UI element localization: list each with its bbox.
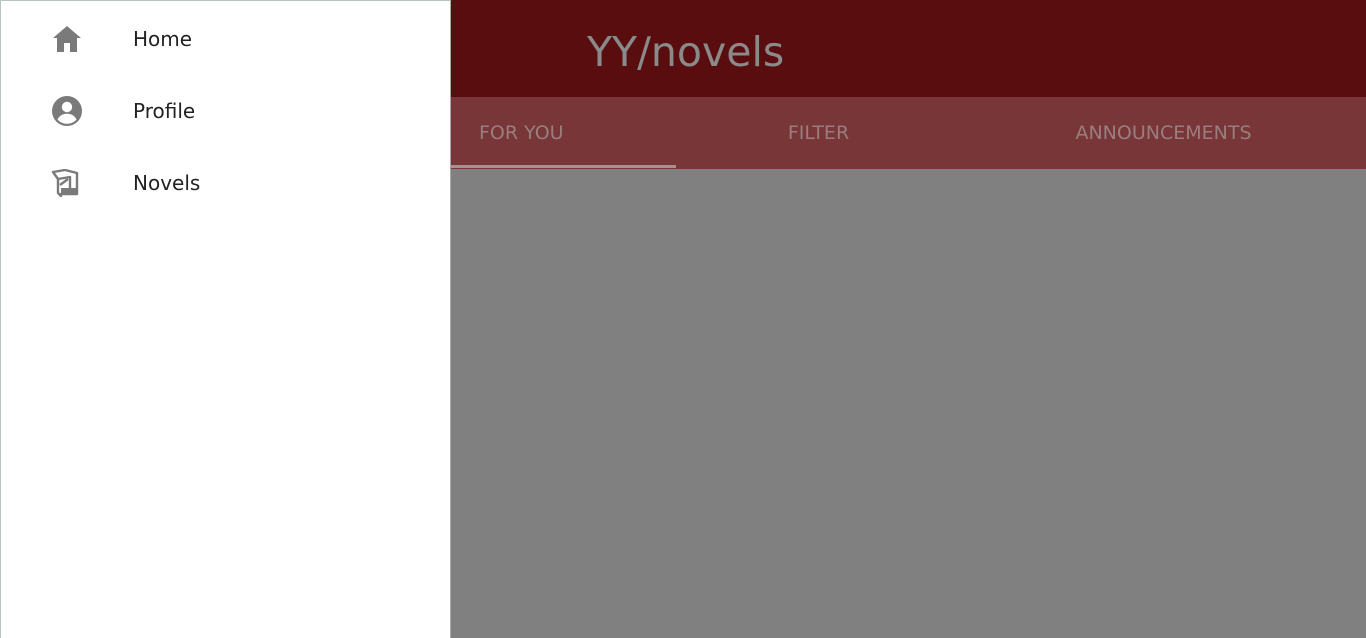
- home-icon: [50, 22, 84, 56]
- navigation-drawer: Home Profile Novels: [0, 0, 451, 638]
- drawer-item-home[interactable]: Home: [1, 3, 450, 75]
- tab-announcements[interactable]: ANNOUNCEMENTS: [961, 97, 1366, 169]
- tab-selected-indicator: [451, 165, 676, 168]
- app-title: YY/novels: [587, 28, 785, 76]
- account-circle-icon: [50, 94, 84, 128]
- book-icon: [50, 166, 84, 200]
- tab-for-you[interactable]: FOR YOU: [451, 97, 676, 169]
- drawer-item-label: Novels: [133, 171, 201, 195]
- drawer-item-profile[interactable]: Profile: [1, 75, 450, 147]
- tab-filter[interactable]: FILTER: [676, 97, 961, 169]
- drawer-item-label: Profile: [133, 99, 196, 123]
- app-root: YY/novels FOR YOU FILTER ANNOUNCEMENTS H…: [0, 0, 1366, 638]
- drawer-item-label: Home: [133, 27, 193, 51]
- drawer-item-novels[interactable]: Novels: [1, 147, 450, 219]
